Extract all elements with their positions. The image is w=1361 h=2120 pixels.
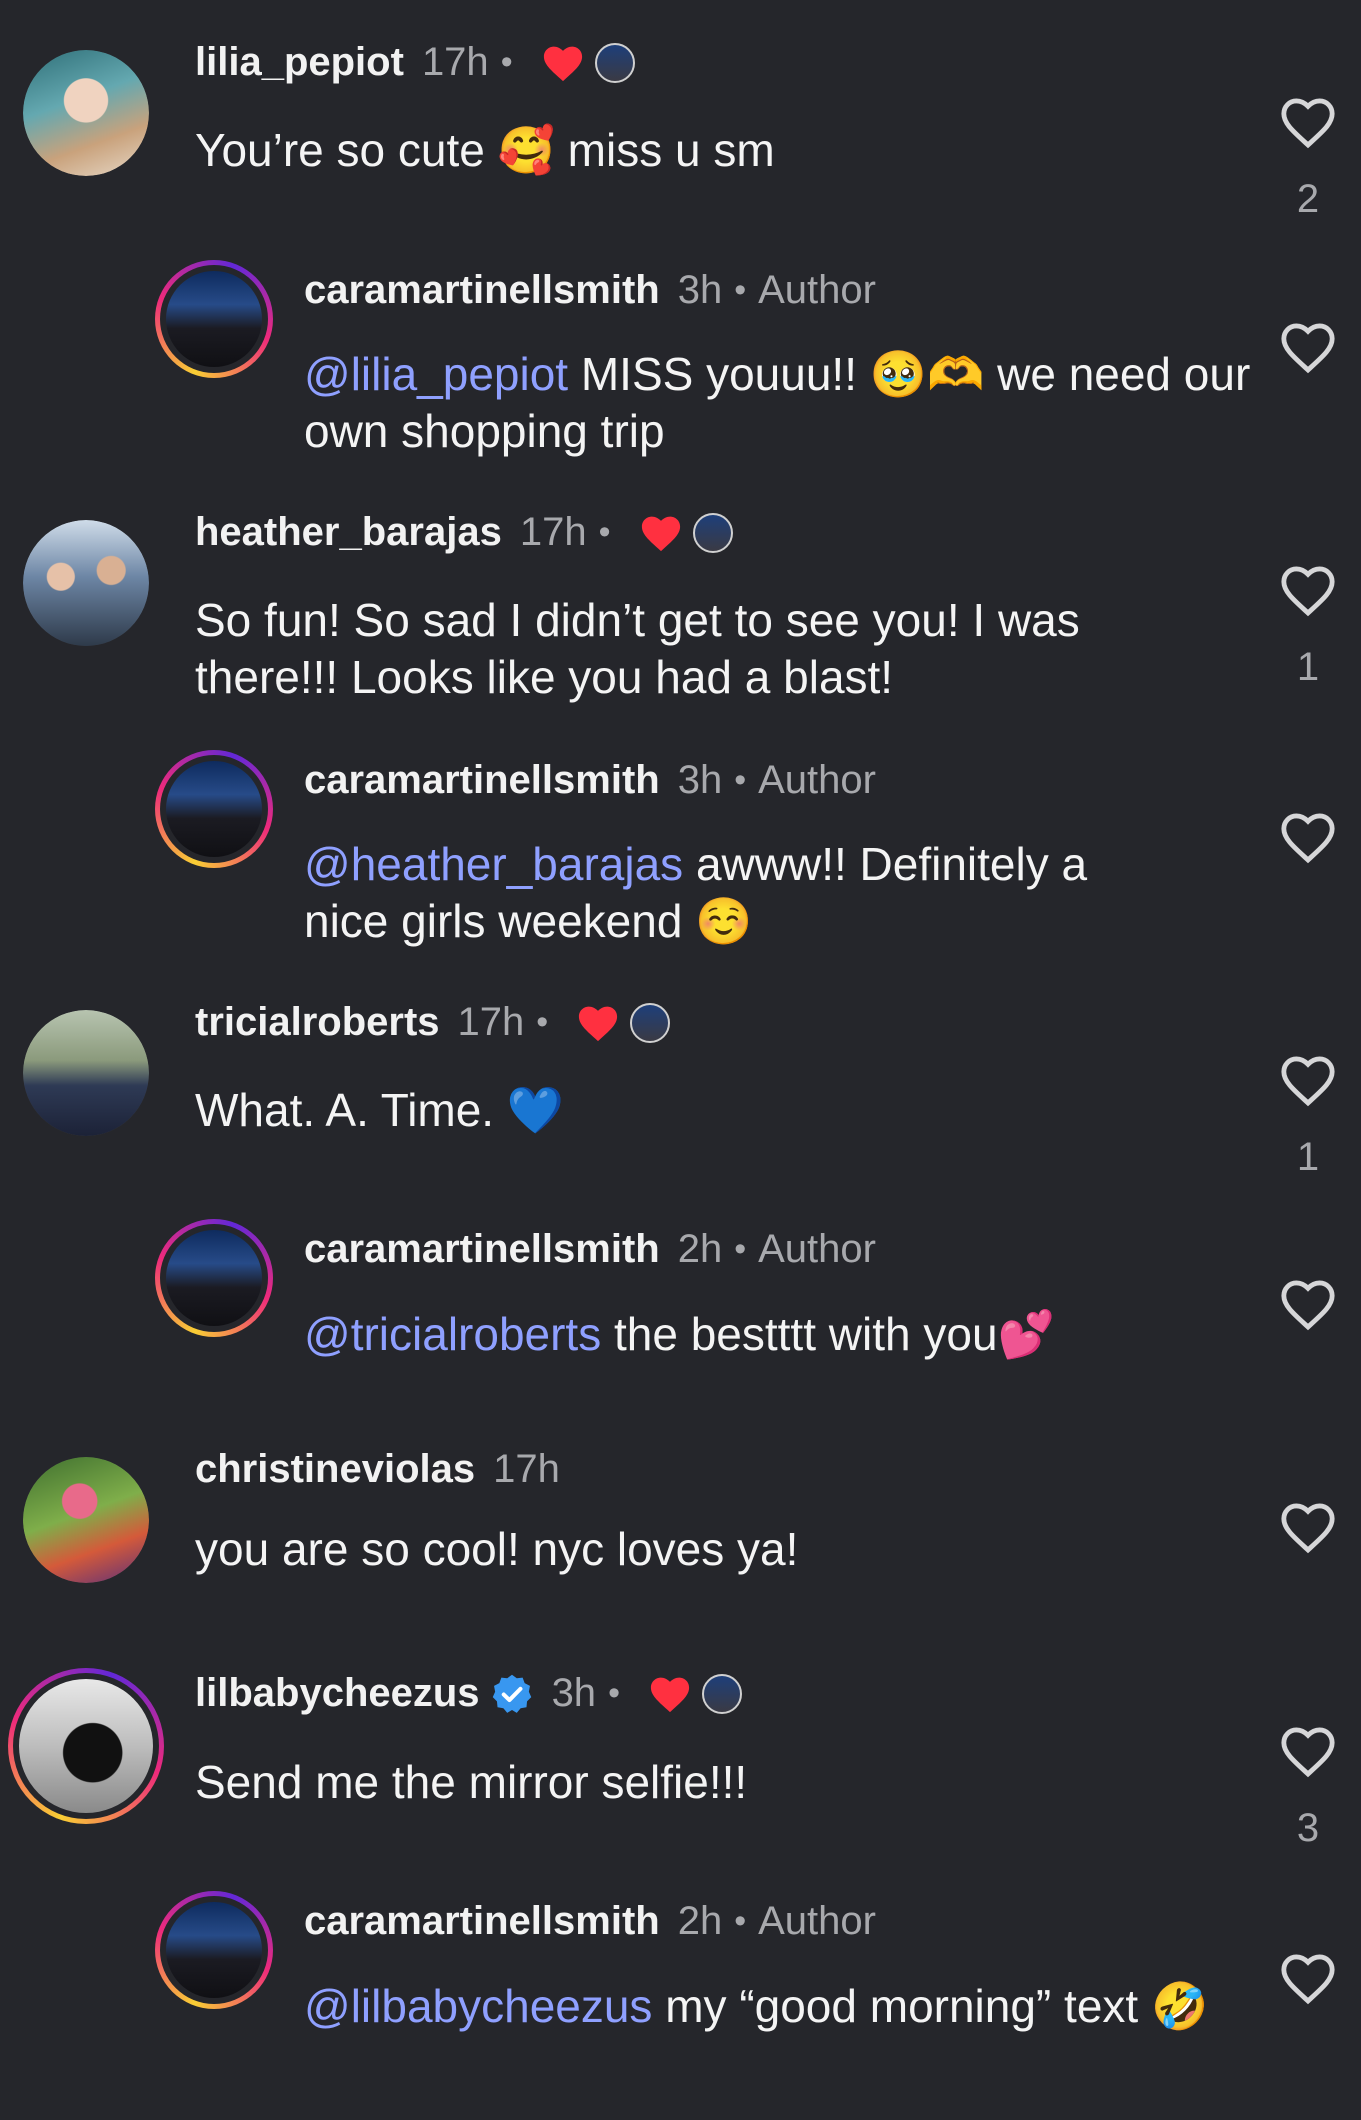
avatar[interactable] — [155, 260, 273, 378]
like-count: 3 — [1296, 1806, 1320, 1850]
author-badge: Author — [758, 268, 876, 312]
comment-text: you are so cool! nyc loves ya! — [195, 1523, 799, 1575]
separator-dot: • — [734, 1902, 747, 1940]
author-avatar — [692, 512, 733, 553]
verified-badge-icon — [492, 1674, 531, 1713]
heart-filled-icon — [641, 516, 680, 551]
timestamp: 17h — [457, 1000, 525, 1044]
author-avatar — [594, 42, 635, 83]
author-badge: Author — [758, 1227, 876, 1271]
author-badge: Author — [758, 758, 876, 802]
heart-filled-icon — [579, 1006, 618, 1041]
reply-text: the bestttt with you💕 — [601, 1308, 1055, 1360]
comment-text: What. A. Time. 💙 — [195, 1084, 565, 1136]
like-button[interactable] — [1272, 1500, 1344, 1554]
author-avatar — [630, 1002, 671, 1043]
comment-text: So fun! So sad I didn’t get to see you! … — [195, 594, 1080, 703]
timestamp: 17h — [519, 510, 587, 554]
heart-outline-icon[interactable] — [1279, 1277, 1337, 1331]
like-button[interactable]: 3 — [1272, 1724, 1344, 1851]
comment-text: @heather_barajas awww!! Definitely a nic… — [304, 836, 1184, 950]
timestamp: 3h — [551, 1671, 597, 1715]
like-button[interactable] — [1272, 810, 1344, 864]
avatar[interactable] — [23, 1457, 149, 1583]
like-button[interactable] — [1272, 1277, 1344, 1331]
separator-dot: • — [598, 513, 611, 551]
like-count: 1 — [1296, 645, 1320, 689]
username[interactable]: lilbabycheezus — [195, 1671, 480, 1716]
mention-link[interactable]: @lilbabycheezus — [304, 1980, 652, 2032]
reply-text: my “good morning” text 🤣 — [652, 1980, 1209, 2032]
like-button[interactable] — [1272, 1951, 1344, 2005]
like-count: 1 — [1296, 1135, 1320, 1179]
heart-outline-icon[interactable] — [1279, 1951, 1337, 2005]
heart-outline-icon[interactable] — [1279, 1724, 1337, 1778]
avatar[interactable] — [8, 1668, 164, 1824]
username[interactable]: caramartinellsmith — [304, 268, 660, 313]
mention-link[interactable]: @lilia_pepiot — [304, 348, 568, 400]
separator-dot: • — [734, 271, 747, 309]
timestamp: 3h — [677, 268, 723, 312]
author-badge: Author — [758, 1899, 876, 1943]
like-count: 2 — [1296, 177, 1320, 221]
comment-text: @lilbabycheezus my “good morning” text 🤣 — [304, 1978, 1234, 2035]
heart-outline-icon[interactable] — [1279, 810, 1337, 864]
comment-text: Send me the mirror selfie!!! — [195, 1756, 748, 1808]
author-avatar — [701, 1673, 742, 1714]
username[interactable]: caramartinellsmith — [304, 758, 660, 803]
timestamp: 17h — [421, 40, 489, 84]
separator-dot: • — [734, 761, 747, 799]
like-button[interactable]: 1 — [1272, 1053, 1344, 1180]
username[interactable]: tricialroberts — [195, 1000, 440, 1045]
avatar[interactable] — [23, 50, 149, 176]
separator-dot: • — [500, 43, 513, 81]
comments-feed: lilia_pepiot 17h • You’re so cute 🥰 miss… — [0, 0, 1361, 2120]
heart-outline-icon[interactable] — [1279, 1500, 1337, 1554]
avatar[interactable] — [23, 520, 149, 646]
like-button[interactable]: 2 — [1272, 95, 1344, 222]
heart-outline-icon[interactable] — [1279, 563, 1337, 617]
username[interactable]: christineviolas — [195, 1447, 475, 1492]
separator-dot: • — [608, 1674, 620, 1712]
heart-outline-icon[interactable] — [1279, 95, 1337, 149]
username[interactable]: caramartinellsmith — [304, 1899, 660, 1944]
separator-dot: • — [734, 1230, 747, 1268]
comment-text: @tricialroberts the bestttt with you💕 — [304, 1306, 1254, 1363]
timestamp: 2h — [677, 1899, 723, 1943]
timestamp: 3h — [677, 758, 723, 802]
like-button[interactable]: 1 — [1272, 563, 1344, 690]
separator-dot: • — [536, 1003, 549, 1041]
avatar[interactable] — [23, 1010, 149, 1136]
comment-text: @lilia_pepiot MISS youuu!! 🥹🫶 we need ou… — [304, 346, 1254, 460]
comment-text: You’re so cute 🥰 miss u sm — [195, 124, 775, 176]
heart-outline-icon[interactable] — [1279, 1053, 1337, 1107]
avatar[interactable] — [155, 1891, 273, 2009]
timestamp: 17h — [493, 1447, 560, 1491]
heart-filled-icon — [543, 46, 582, 81]
username[interactable]: lilia_pepiot — [195, 40, 404, 85]
mention-link[interactable]: @heather_barajas — [304, 838, 683, 890]
heart-filled-icon — [650, 1677, 690, 1712]
heart-outline-icon[interactable] — [1279, 320, 1337, 374]
timestamp: 2h — [677, 1227, 723, 1271]
mention-link[interactable]: @tricialroberts — [304, 1308, 601, 1360]
like-button[interactable] — [1272, 320, 1344, 374]
username[interactable]: caramartinellsmith — [304, 1227, 660, 1272]
avatar[interactable] — [155, 750, 273, 868]
avatar[interactable] — [155, 1219, 273, 1337]
username[interactable]: heather_barajas — [195, 510, 502, 555]
